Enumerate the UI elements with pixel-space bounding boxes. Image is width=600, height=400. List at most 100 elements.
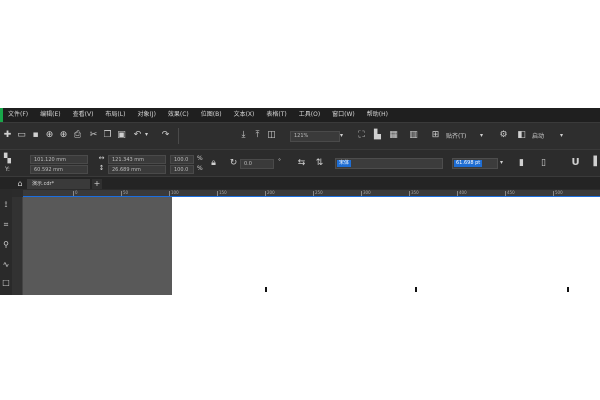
ruler-tick: [553, 191, 554, 196]
new-tab-icon[interactable]: +: [92, 179, 102, 189]
pasteboard-area[interactable]: [23, 197, 172, 295]
menu-bitmaps[interactable]: 位图(B): [195, 108, 228, 122]
menu-layout[interactable]: 布局(L): [99, 108, 131, 122]
zoom-level-field[interactable]: 121%: [290, 131, 340, 142]
degree-symbol: °: [278, 158, 281, 165]
cut-icon[interactable]: ✂: [88, 130, 99, 141]
x-position-field[interactable]: 101.120 mm: [30, 155, 88, 164]
standard-toolbar: ✚ ▭ ▪ ⊕ ⊕ ⎙ ✂ ❐ ▣ ↶ ▾ ↷ ⤓ ⤒ ◫ 121% ▾ ⛶ ▙…: [0, 123, 600, 150]
width-field[interactable]: 121.343 mm: [108, 155, 166, 164]
document-tab-bar: ⌂ 演示.cdr* +: [0, 177, 600, 189]
options-gear-icon[interactable]: ⚙: [498, 130, 509, 141]
toolbar-separator: [178, 128, 179, 144]
menu-table[interactable]: 表格(T): [260, 108, 292, 122]
ruler-number: 100: [171, 190, 179, 195]
font-size-value: 61.698 pt: [454, 160, 483, 167]
shape-tool-icon[interactable]: ⟟: [1, 200, 11, 210]
crop-tool-icon[interactable]: ⌗: [1, 220, 11, 230]
open-folder-icon[interactable]: ▭: [16, 130, 27, 141]
rotation-field[interactable]: 0.0: [240, 159, 274, 169]
document-tab[interactable]: 演示.cdr*: [27, 179, 90, 189]
rectangle-tool-icon[interactable]: □: [1, 278, 11, 288]
full-screen-icon[interactable]: ⛶: [356, 130, 367, 141]
window-accent-strip: [0, 108, 3, 122]
mirror-vertical-icon[interactable]: ⇅: [314, 158, 325, 169]
height-value: 26.689 mm: [112, 167, 141, 173]
launch-dropdown-caret[interactable]: ▾: [560, 132, 563, 139]
toolbox: ➤ ⟟ ⌗ ⚲ ∿ □: [0, 178, 12, 295]
print-icon[interactable]: ⎙: [72, 130, 83, 141]
scale-y-field[interactable]: 100.0: [170, 165, 194, 174]
cloud-download-icon[interactable]: ⊕: [58, 130, 69, 141]
ruler-number: 0: [75, 190, 78, 195]
ruler-tick: [217, 191, 218, 196]
snap-dropdown-caret[interactable]: ▾: [480, 132, 483, 139]
ruler-tick: [313, 191, 314, 196]
menu-view[interactable]: 查看(V): [67, 108, 100, 122]
font-size-dropdown-caret[interactable]: ▾: [500, 159, 503, 166]
import-icon[interactable]: ⤓: [238, 130, 249, 141]
menu-tools[interactable]: 工具(O): [293, 108, 326, 122]
freehand-tool-icon[interactable]: ∿: [1, 260, 11, 270]
font-size-field[interactable]: 61.698 pt: [452, 158, 498, 169]
ruler-tick: [409, 191, 410, 196]
page-corner-mark: [415, 287, 417, 292]
menu-edit[interactable]: 编辑(E): [34, 108, 66, 122]
cloud-upload-icon[interactable]: ⊕: [44, 130, 55, 141]
vertical-ruler[interactable]: [12, 197, 23, 295]
menu-object[interactable]: 对象(J): [131, 108, 161, 122]
undo-icon[interactable]: ↶: [132, 130, 143, 141]
save-icon[interactable]: ▪: [30, 130, 41, 141]
ruler-tick: [361, 191, 362, 196]
new-document-icon[interactable]: ✚: [2, 130, 13, 141]
y-position-value: 60.592 mm: [34, 167, 63, 173]
publish-pdf-icon[interactable]: ◫: [266, 130, 277, 141]
ruler-tick: [457, 191, 458, 196]
rotation-icon[interactable]: ↻: [228, 158, 239, 169]
italic-icon[interactable]: ▯: [538, 158, 549, 169]
show-guidelines-icon[interactable]: ▥: [408, 130, 419, 141]
ruler-number: 150: [219, 190, 227, 195]
page-corner-mark: [567, 287, 569, 292]
ruler-number: 500: [555, 190, 563, 195]
mirror-horizontal-icon[interactable]: ⇆: [296, 158, 307, 169]
home-icon[interactable]: ⌂: [15, 179, 25, 189]
horizontal-ruler[interactable]: 0 50 100 150 200 250 300 350 400 450 500: [23, 190, 600, 197]
drawing-page[interactable]: [172, 197, 600, 295]
menu-text[interactable]: 文本(X): [228, 108, 261, 122]
font-family-field[interactable]: 宋体: [335, 158, 443, 169]
scale-y-value: 100.0: [174, 167, 189, 173]
height-field[interactable]: 26.689 mm: [108, 165, 166, 174]
show-grid-icon[interactable]: ▦: [388, 130, 399, 141]
bold-icon[interactable]: ▮: [516, 158, 527, 169]
menu-help[interactable]: 帮助(H): [361, 108, 394, 122]
menu-file[interactable]: 文件(F): [2, 108, 34, 122]
menu-window[interactable]: 窗口(W): [326, 108, 361, 122]
application-launcher-icon[interactable]: ◧: [516, 130, 527, 141]
underline-icon[interactable]: U: [570, 157, 581, 168]
copy-icon[interactable]: ❐: [102, 130, 113, 141]
paste-icon[interactable]: ▣: [116, 130, 127, 141]
rotation-value: 0.0: [244, 161, 252, 167]
menu-effects[interactable]: 效果(C): [162, 108, 195, 122]
snap-to-icon[interactable]: ⊞: [430, 130, 441, 141]
export-icon[interactable]: ⤒: [252, 130, 263, 141]
scale-x-value: 100.0: [174, 157, 189, 163]
y-axis-icon: Y:: [5, 166, 10, 173]
ruler-tick: [265, 191, 266, 196]
y-position-field[interactable]: 60.592 mm: [30, 165, 88, 174]
scale-x-field[interactable]: 100.0: [170, 155, 194, 164]
launch-dropdown[interactable]: 启动: [532, 131, 544, 142]
snap-to-dropdown[interactable]: 贴齐(T): [446, 131, 466, 142]
x-position-value: 101.120 mm: [34, 157, 67, 163]
zoom-dropdown-caret[interactable]: ▾: [340, 132, 343, 139]
lock-ratio-icon[interactable]: 🔒︎: [208, 158, 219, 169]
overflow-icon[interactable]: ▐: [588, 157, 599, 168]
height-icon: ↕: [98, 164, 105, 172]
coreldraw-window: 文件(F) 编辑(E) 查看(V) 布局(L) 对象(J) 效果(C) 位图(B…: [0, 108, 600, 295]
zoom-tool-icon[interactable]: ⚲: [1, 240, 11, 250]
redo-icon[interactable]: ↷: [160, 130, 171, 141]
undo-dropdown-caret[interactable]: ▾: [145, 131, 148, 138]
ruler-number: 250: [315, 190, 323, 195]
show-rulers-icon[interactable]: ▙: [372, 130, 383, 141]
